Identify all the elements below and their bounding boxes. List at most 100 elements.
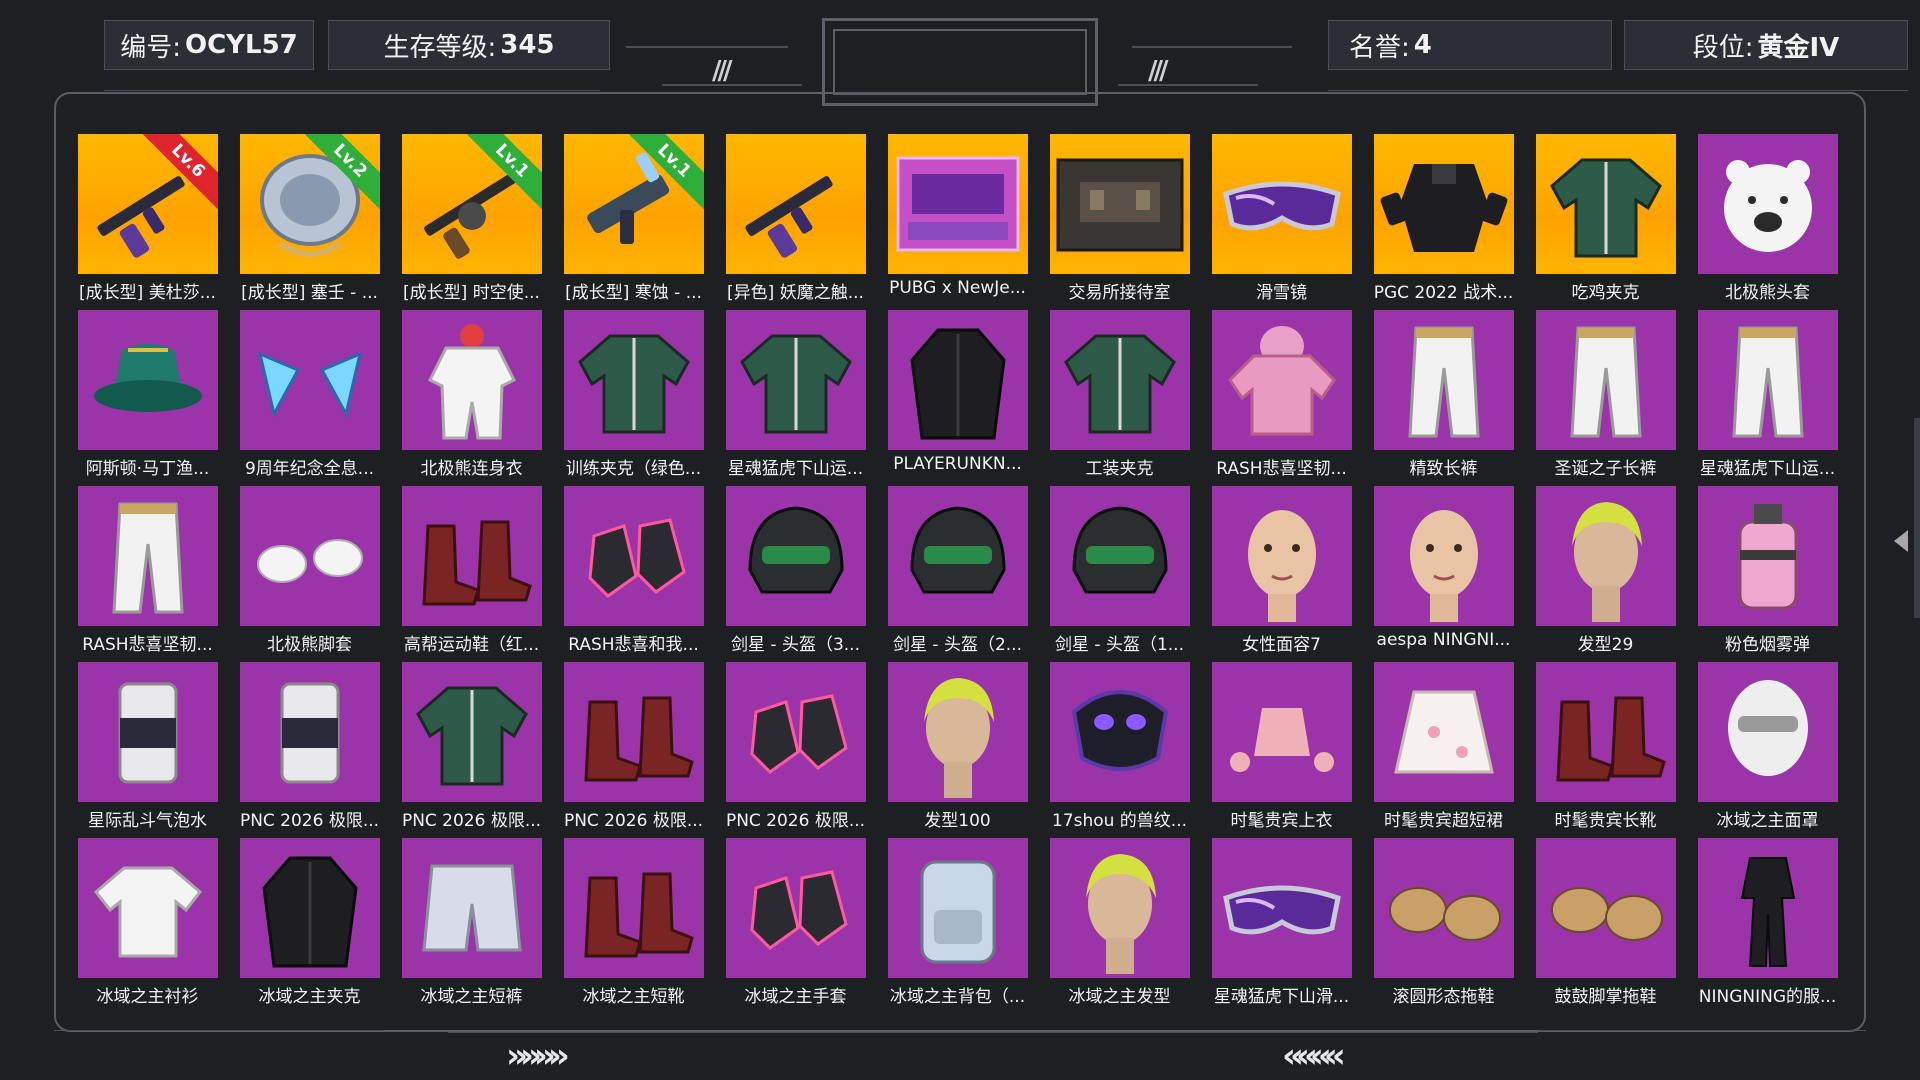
inventory-item[interactable]: 冰域之主夹克 [238,838,381,1007]
prev-page-arrows[interactable]: «««« [1282,1036,1346,1076]
inventory-item[interactable]: 9周年纪念全息... [238,310,381,479]
inventory-item[interactable]: 阿斯顿·马丁渔... [76,310,219,479]
item-name: 冰域之主衬衫 [96,987,199,1007]
inventory-item[interactable]: 交易所接待室 [1048,134,1191,303]
inventory-item[interactable]: PNC 2026 极限... [400,662,543,831]
inventory-item[interactable]: 北极熊脚套 [238,486,381,655]
inventory-item[interactable]: 时髦贵宾长靴 [1534,662,1677,831]
inventory-item[interactable]: 发型100 [886,662,1029,831]
inventory-item[interactable]: PNC 2026 极限... [238,662,381,831]
item-thumbnail [1050,134,1190,274]
inventory-item[interactable]: 17shou 的兽纹... [1048,662,1191,831]
item-thumbnail [888,662,1028,802]
inventory-item[interactable]: 滑雪镜 [1210,134,1353,303]
scrollbar[interactable] [1914,418,1920,618]
inventory-item[interactable]: 冰域之主手套 [724,838,867,1007]
inventory-item[interactable]: RASH悲喜坚韧... [76,486,219,655]
item-thumbnail [1050,486,1190,626]
item-thumbnail [1536,662,1676,802]
inventory-item[interactable]: RASH悲喜和我... [562,486,705,655]
item-thumbnail [402,662,542,802]
inventory-item[interactable]: Lv.6 [成长型] 美杜莎... [76,134,219,303]
inventory-item[interactable]: 剑星 - 头盔（1... [1048,486,1191,655]
item-thumbnail [1536,838,1676,978]
inventory-item[interactable]: 圣诞之子长裤 [1534,310,1677,479]
item-thumbnail [78,310,218,450]
item-name: 剑星 - 头盔（2... [893,635,1022,655]
item-thumbnail [726,134,866,274]
header-line-left [626,46,788,48]
inventory-item[interactable]: 剑星 - 头盔（3... [724,486,867,655]
item-thumbnail [1212,134,1352,274]
survival-level-box: 生存等级: 345 [328,20,610,70]
item-name: 17shou 的兽纹... [1051,811,1188,831]
inventory-item[interactable]: Lv.1 [成长型] 寒蚀 - ... [562,134,705,303]
inventory-item[interactable]: 高帮运动鞋（红... [400,486,543,655]
item-name: 冰域之主夹克 [258,987,361,1007]
inventory-item[interactable]: 冰域之主短裤 [400,838,543,1007]
inventory-item[interactable]: 精致长裤 [1372,310,1515,479]
inventory-item[interactable]: Lv.1 [成长型] 时空使... [400,134,543,303]
next-page-arrows[interactable]: »»»» [506,1036,570,1076]
player-id-value: OCYL57 [185,30,298,60]
inventory-item[interactable]: aespa NINGNI... [1372,486,1515,652]
inventory-item[interactable]: 粉色烟雾弹 [1696,486,1839,655]
item-name: 女性面容7 [1242,635,1321,655]
inventory-item[interactable]: [异色] 妖魔之触... [724,134,867,303]
inventory-item[interactable]: 冰域之主短靴 [562,838,705,1007]
inventory-item[interactable]: 星魂猛虎下山滑... [1210,838,1353,1007]
item-thumbnail [564,486,704,626]
item-thumbnail [1212,310,1352,450]
item-thumbnail [1374,486,1514,626]
item-name: 星魂猛虎下山运... [727,459,864,479]
inventory-item[interactable]: PLAYERUNKN... [886,310,1029,476]
inventory-item[interactable]: 发型29 [1534,486,1677,655]
item-thumbnail [726,662,866,802]
inventory-item[interactable]: PNC 2026 极限... [562,662,705,831]
inventory-item[interactable]: 时髦贵宾上衣 [1210,662,1353,831]
item-name: 精致长裤 [1409,459,1478,479]
side-collapse-arrow-icon[interactable] [1894,530,1908,552]
item-thumbnail [726,486,866,626]
item-name: PLAYERUNKN... [893,454,1022,474]
inventory-item[interactable]: 鼓鼓脚掌拖鞋 [1534,838,1677,1007]
item-thumbnail [402,838,542,978]
item-name: PNC 2026 极限... [401,811,542,831]
inventory-item[interactable]: 冰域之主面罩 [1696,662,1839,831]
inventory-item[interactable]: PGC 2022 战术... [1372,134,1515,303]
inventory-item[interactable]: NINGNING的服... [1696,838,1839,1007]
inventory-item[interactable]: Lv.2 [成长型] 塞壬 - ... [238,134,381,303]
inventory-item[interactable]: 吃鸡夹克 [1534,134,1677,303]
honor-value: 4 [1413,30,1432,60]
inventory-item[interactable]: RASH悲喜坚韧... [1210,310,1353,479]
item-thumbnail [1698,486,1838,626]
item-name: [成长型] 塞壬 - ... [241,283,378,303]
inventory-item[interactable]: 北极熊连身衣 [400,310,543,479]
inventory-item[interactable]: 星魂猛虎下山运... [1696,310,1839,479]
item-name: 时髦贵宾上衣 [1230,811,1333,831]
inventory-item[interactable]: 星魂猛虎下山运... [724,310,867,479]
inventory-item[interactable]: 星际乱斗气泡水 [76,662,219,831]
item-name: PNC 2026 极限... [563,811,704,831]
item-name: [异色] 妖魔之触... [727,283,864,303]
item-thumbnail [564,838,704,978]
inventory-item[interactable]: 训练夹克（绿色... [562,310,705,479]
item-name: 时髦贵宾超短裙 [1384,811,1503,831]
inventory-item[interactable]: 冰域之主衬衫 [76,838,219,1007]
inventory-item[interactable]: 工装夹克 [1048,310,1191,479]
inventory-item[interactable]: PNC 2026 极限... [724,662,867,831]
inventory-item[interactable]: 时髦贵宾超短裙 [1372,662,1515,831]
item-thumbnail [564,310,704,450]
item-thumbnail [240,838,380,978]
inventory-item[interactable]: 剑星 - 头盔（2... [886,486,1029,655]
item-thumbnail: Lv.6 [78,134,218,274]
inventory-item[interactable]: 滚圆形态拖鞋 [1372,838,1515,1007]
inventory-item[interactable]: 冰域之主发型 [1048,838,1191,1007]
item-name: 训练夹克（绿色... [565,459,702,479]
item-thumbnail [1374,838,1514,978]
inventory-item[interactable]: 女性面容7 [1210,486,1353,655]
item-name: [成长型] 时空使... [403,283,540,303]
inventory-item[interactable]: 冰域之主背包（... [886,838,1029,1007]
inventory-item[interactable]: PUBG x NewJe... [886,134,1029,300]
inventory-item[interactable]: 北极熊头套 [1696,134,1839,303]
